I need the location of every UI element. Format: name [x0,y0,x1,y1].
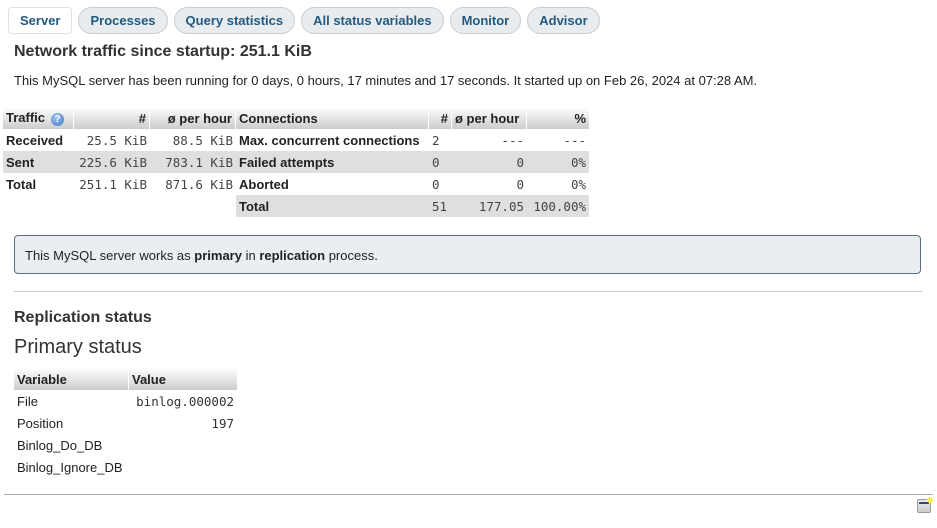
traffic-count: 25.5 KiB [86,132,147,148]
replication-notice: This MySQL server works as primary in re… [14,235,921,274]
header-traffic-count: # [74,107,150,129]
bottom-divider [4,494,933,495]
header-connections-per-hour: ø per hour [452,107,527,129]
traffic-count: 225.6 KiB [74,151,150,173]
connection-count: 0 [432,176,440,192]
replication-status-heading: Replication status [14,309,152,326]
table-row: Position 197 [14,412,237,434]
traffic-per-hour: 871.6 KiB [165,176,233,192]
connection-percent: 0% [527,151,589,173]
connection-per-hour: --- [501,132,524,148]
primary-status-heading: Primary status [14,336,142,358]
table-row: Total 51 177.05 100.00% [3,195,589,217]
connection-percent: 100.00% [527,195,589,217]
variable-name: Binlog_Do_DB [17,437,103,453]
variable-name: File [17,393,38,409]
header-connections-count: # [429,107,452,129]
tab-processes[interactable]: Processes [78,7,168,34]
traffic-connections-table: Traffic? # ø per hour Connections # ø pe… [3,107,589,217]
variable-value: 197 [211,415,234,431]
header-value: Value [129,368,237,390]
connection-per-hour: 177.05 [452,195,527,217]
traffic-count: 251.1 KiB [79,176,147,192]
connection-label: Aborted [239,176,289,192]
section-divider [14,291,922,292]
tab-server[interactable]: Server [8,7,73,34]
help-icon[interactable]: ? [51,112,65,126]
traffic-label: Sent [3,151,74,173]
traffic-label: Total [6,176,37,192]
tab-advisor[interactable]: Advisor [527,7,600,34]
empty-cell [3,195,236,217]
header-connections-percent: % [527,107,589,129]
primary-status-table: Variable Value File binlog.000002 Positi… [14,368,237,478]
tab-all-status-variables[interactable]: All status variables [301,7,444,34]
table-row: Binlog_Ignore_DB [14,456,237,478]
replication-process: replication [259,248,326,263]
header-traffic: Traffic? [3,107,74,129]
table-row: Binlog_Do_DB [14,434,237,456]
connection-label: Max. concurrent connections [239,132,420,148]
header-variable: Variable [14,368,129,390]
header-traffic-per-hour: ø per hour [150,107,236,129]
uptime-text: This MySQL server has been running for 0… [14,73,758,88]
table-row: Total 251.1 KiB 871.6 KiB Aborted 0 0 0% [3,173,589,195]
table-row: Sent 225.6 KiB 783.1 KiB Failed attempts… [3,151,589,173]
traffic-per-hour: 783.1 KiB [150,151,236,173]
replication-role: primary [194,248,242,263]
table-row: Received 25.5 KiB 88.5 KiB Max. concurre… [3,129,589,151]
connection-percent: 0% [570,176,586,192]
traffic-label: Received [6,132,64,148]
header-connections: Connections [236,107,429,129]
traffic-per-hour: 88.5 KiB [172,132,233,148]
table-row: File binlog.000002 [14,390,237,412]
variable-value [129,456,237,478]
variable-name: Binlog_Ignore_DB [17,459,123,475]
connection-label: Total [236,195,429,217]
network-traffic-title: Network traffic since startup: 251.1 KiB [14,43,312,60]
server-status-tabs: Server Processes Query statistics All st… [8,7,600,34]
variable-value: binlog.000002 [136,393,234,409]
connection-per-hour: 0 [452,151,527,173]
connection-count: 2 [432,132,440,148]
tab-monitor[interactable]: Monitor [449,7,522,34]
connection-count: 0 [429,151,452,173]
connection-count: 51 [429,195,452,217]
variable-value [129,434,237,456]
connection-percent: --- [563,132,586,148]
console-icon[interactable] [917,497,933,513]
tab-query-statistics[interactable]: Query statistics [173,7,296,34]
connection-per-hour: 0 [516,176,524,192]
variable-name: Position [17,415,64,431]
connection-label: Failed attempts [236,151,429,173]
